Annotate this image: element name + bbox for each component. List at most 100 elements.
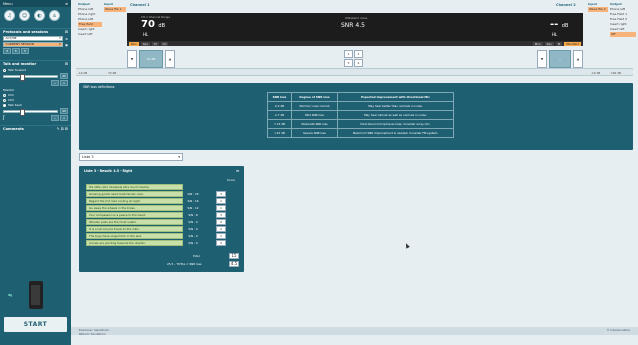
- pin-icon[interactable]: ⊟: [65, 62, 68, 66]
- ch1-output-list: Output Phone left Phone right Phone left…: [78, 2, 102, 37]
- talk-forward-toggle[interactable]: Talk forward: [3, 68, 68, 72]
- ch2-tag[interactable]: Mon: [532, 41, 543, 46]
- collapse-icon[interactable]: ⊟: [236, 169, 239, 173]
- monitor-option-talkback[interactable]: Talk back: [3, 103, 68, 107]
- sentence-panel-title: Liste 3 - Result: 4.5 - Right: [84, 169, 133, 173]
- menu-header[interactable]: Menu ≡: [0, 0, 71, 7]
- score-input[interactable]: 2: [216, 219, 226, 225]
- sentence-row[interactable]: Wooden pails are the most useful. S/N : …: [86, 219, 226, 225]
- total-value: 15: [229, 253, 239, 259]
- comment-icons[interactable]: ✎ ⊡ ⊟: [57, 127, 68, 131]
- start-button[interactable]: START: [4, 317, 67, 332]
- protocols-section: Protocols and sessions ⊟: [0, 28, 71, 35]
- ch2-output-option-selected[interactable]: Off: [610, 32, 636, 37]
- sentence-row[interactable]: It is a low bicycle travel to the mills.…: [86, 226, 226, 232]
- monitor-level-value[interactable]: 40: [60, 108, 68, 114]
- status-bar: Examiner: Sandstrom Patient: Sandstrom ©…: [71, 327, 638, 336]
- preset-button-4[interactable]: 4: [354, 59, 363, 67]
- ch2-level: -- dB: [550, 19, 569, 30]
- status-left: Examiner: Sandstrom Patient: Sandstrom: [79, 328, 110, 336]
- definitions-title: SNR loss definitions: [83, 85, 115, 89]
- device-image: [29, 281, 43, 309]
- sentence-row[interactable]: Your compassion is a peace to the heart.…: [86, 212, 226, 218]
- sentence-row[interactable]: Regard the hot road cooling at night. S/…: [86, 198, 226, 204]
- sentence-row[interactable]: Go away the wheels in the brass. S/N : 1…: [86, 205, 226, 211]
- speaker-icon[interactable]: ◐: [34, 10, 45, 21]
- preset-button-3[interactable]: 3: [344, 59, 353, 67]
- collapse-icon[interactable]: ≡: [65, 2, 68, 6]
- ch1-hl-label: HL: [143, 32, 149, 37]
- preset-button-2[interactable]: 2: [354, 50, 363, 58]
- monitor-option-ch1[interactable]: Ch1: [3, 93, 68, 97]
- total-label: Total: [193, 254, 200, 258]
- talk-forward-radio[interactable]: [3, 68, 6, 72]
- ch1-tag[interactable]: Rev: [140, 41, 151, 46]
- talk-level-slider[interactable]: [3, 73, 58, 81]
- ch1-input-list: Input Wave file 1: [104, 2, 126, 12]
- snr-readout: SNR 4.5: [341, 22, 365, 29]
- ch2-tag[interactable]: Mon/Mod: [564, 41, 581, 46]
- talk-level-value[interactable]: 40: [60, 73, 68, 79]
- strip-right-min: -10 dB: [591, 70, 601, 75]
- face-icon[interactable]: ☺: [19, 10, 30, 21]
- ch2-input-list: Input Wave file 2: [588, 2, 608, 12]
- menu-label: Menu: [3, 1, 13, 6]
- tool-button-2[interactable]: ↻: [12, 48, 20, 54]
- score-input[interactable]: 2: [216, 226, 226, 232]
- ch1-level-box[interactable]: 70 dB: [139, 50, 163, 68]
- strip-right-max: 120 dB: [611, 70, 621, 75]
- sentence-row[interactable]: His little cat's misdeeds stirs much tro…: [86, 184, 203, 190]
- snr-loss-value: 4.5: [229, 261, 239, 267]
- ch2-tag[interactable]: M: [555, 41, 563, 46]
- ch2-up-button[interactable]: ▲: [573, 50, 583, 68]
- headset-icon[interactable]: ♫: [4, 10, 15, 21]
- pin-icon[interactable]: ⊟: [65, 30, 68, 34]
- ch1-tag[interactable]: Ctl: [160, 41, 169, 46]
- list-select[interactable]: Liste 3 ▾: [79, 153, 183, 161]
- tool-button-1[interactable]: ↺: [3, 48, 11, 54]
- comments-section: Comments ✎ ⊡ ⊟: [0, 125, 71, 132]
- score-input[interactable]: 2: [216, 240, 226, 246]
- channel2-title: Channel 2: [556, 3, 576, 7]
- monitor-level-slider[interactable]: [3, 108, 58, 116]
- ear-icon[interactable]: ʃ: [3, 115, 5, 121]
- sentence-row[interactable]: Growing goods need most tender care. S/N…: [86, 191, 226, 197]
- talk-decrease-button[interactable]: −: [51, 80, 59, 86]
- snr-formula-label: 25.5 – TOTAL = SNR loss: [167, 262, 202, 266]
- ch1-level: 70 dB: [141, 19, 166, 30]
- save-icon[interactable]: ▣: [65, 43, 68, 47]
- protocol-select[interactable]: ACT/NE ▾: [3, 36, 64, 41]
- monitor-decrease-button[interactable]: −: [51, 115, 59, 121]
- score-input[interactable]: 3: [216, 212, 226, 218]
- ch1-tag[interactable]: Mon: [129, 41, 139, 46]
- session-select[interactable]: CURRENT SESSION ▾: [3, 42, 64, 47]
- strip-left-max: 70 dB: [108, 70, 117, 75]
- monitor-increase-button[interactable]: +: [60, 115, 68, 121]
- score-input[interactable]: 1: [216, 233, 226, 239]
- ch2-tag[interactable]: Rev: [544, 41, 554, 46]
- level-display: CH-1 Channel Range 70 dB HL Wideband noi…: [127, 13, 583, 46]
- ch1-input-option-selected[interactable]: Wave file 1: [104, 7, 126, 12]
- ch1-down-button[interactable]: ▼: [127, 50, 137, 68]
- score-input[interactable]: 1: [216, 205, 226, 211]
- monitor-option-ch2[interactable]: Ch2: [3, 98, 68, 102]
- sentence-row[interactable]: The boys have singed fork in the last. S…: [86, 233, 226, 239]
- snr-definitions-panel: SNR loss definitions SNR loss Degree of …: [79, 83, 633, 150]
- sentence-row[interactable]: Arrows are pointing towards the dolphin.…: [86, 240, 226, 246]
- score-input[interactable]: 1: [216, 198, 226, 204]
- ch1-up-button[interactable]: ▲: [165, 50, 175, 68]
- score-input[interactable]: 3: [216, 191, 226, 197]
- sentence-panel: Liste 3 - Result: 4.5 - Right ⊟ Score Hi…: [79, 166, 244, 272]
- channel1-title: Channel 1: [130, 3, 150, 7]
- display-status-bar: Mon Rev M Ctl Mon Rev M Mon/Mod: [127, 41, 583, 46]
- preset-button-1[interactable]: 1: [344, 50, 353, 58]
- talk-increase-button[interactable]: +: [60, 80, 68, 86]
- settings-icon[interactable]: ⚙: [65, 37, 68, 41]
- ch2-down-button[interactable]: ▼: [537, 50, 547, 68]
- ch1-tag[interactable]: M: [152, 41, 159, 46]
- person-icon[interactable]: ♙: [49, 10, 60, 21]
- ch1-output-option[interactable]: Insert left: [78, 32, 102, 37]
- tool-button-3[interactable]: ✎: [21, 48, 29, 54]
- ch2-level-box[interactable]: --: [549, 50, 571, 68]
- ch2-input-option-selected[interactable]: Wave file 2: [588, 7, 608, 12]
